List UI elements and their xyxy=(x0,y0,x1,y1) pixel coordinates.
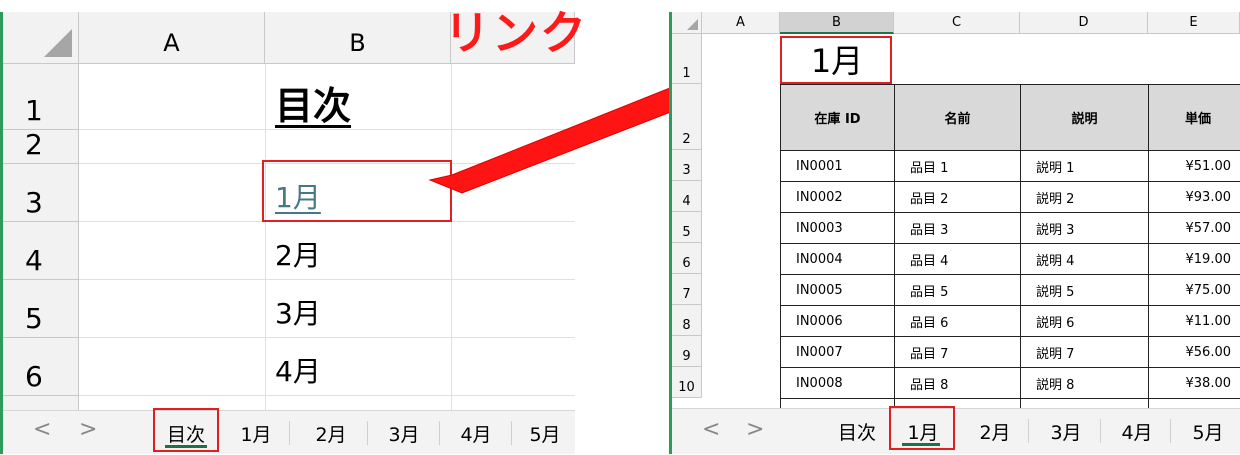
row-header-9[interactable]: 9 xyxy=(672,336,702,367)
row-header-5[interactable]: 5 xyxy=(672,212,702,243)
title-highlight-box xyxy=(780,36,892,84)
table-cell[interactable]: 説明 1 xyxy=(1020,150,1149,182)
sheet-tab-mar[interactable]: 3月 xyxy=(1034,409,1098,453)
table-cell[interactable]: 説明 4 xyxy=(1020,243,1149,275)
table-cell[interactable]: ¥57.00 xyxy=(1148,212,1240,244)
table-cell[interactable]: 品目 2 xyxy=(894,181,1021,213)
row-header-6[interactable]: 6 xyxy=(672,243,702,274)
column-header-d[interactable]: D xyxy=(1020,12,1148,34)
row-header-8[interactable]: 8 xyxy=(672,305,702,336)
table-cell[interactable]: 品目 8 xyxy=(894,367,1021,399)
tab-separator xyxy=(1100,419,1101,443)
sheet-tab-bar: < > 目次 1月 2月 3月 4月 5月 xyxy=(672,408,1240,454)
table-header-description[interactable]: 説明 xyxy=(1020,84,1149,151)
row-header-2[interactable]: 2 xyxy=(672,84,702,150)
row-header-3[interactable]: 3 xyxy=(672,150,702,181)
row-header-1[interactable]: 1 xyxy=(672,34,702,84)
table-cell[interactable]: IN0007 xyxy=(780,336,895,368)
table-cell[interactable]: IN0008 xyxy=(780,367,895,399)
table-cell[interactable]: IN0004 xyxy=(780,243,895,275)
active-tab-highlight-box xyxy=(889,406,955,450)
column-header-c[interactable]: C xyxy=(894,12,1020,34)
table-header-unit-price[interactable]: 単価 xyxy=(1148,84,1240,151)
table-cell[interactable]: 説明 2 xyxy=(1020,181,1149,213)
table-cell[interactable]: 説明 8 xyxy=(1020,367,1149,399)
column-header-a[interactable]: A xyxy=(702,12,780,34)
column-header-e[interactable]: E xyxy=(1148,12,1240,34)
table-cell[interactable]: ¥11.00 xyxy=(1148,305,1240,337)
tab-separator xyxy=(1170,419,1171,443)
table-cell[interactable]: 説明 3 xyxy=(1020,212,1149,244)
table-cell[interactable]: ¥93.00 xyxy=(1148,181,1240,213)
table-cell[interactable]: IN0005 xyxy=(780,274,895,306)
table-cell[interactable]: ¥75.00 xyxy=(1148,274,1240,306)
table-cell[interactable]: 品目 4 xyxy=(894,243,1021,275)
table-header-name[interactable]: 名前 xyxy=(894,84,1021,151)
tab-separator xyxy=(1028,419,1029,443)
table-cell[interactable]: 説明 5 xyxy=(1020,274,1149,306)
table-cell[interactable]: 品目 1 xyxy=(894,150,1021,182)
january-sheet-view: A B C D E 1 2 3 4 5 6 7 8 9 10 1月 在庫 ID … xyxy=(669,12,1240,454)
select-all-corner[interactable] xyxy=(672,12,702,34)
table-cell[interactable]: IN0002 xyxy=(780,181,895,213)
sheet-tab-may[interactable]: 5月 xyxy=(1176,409,1240,453)
table-cell[interactable]: IN0006 xyxy=(780,305,895,337)
row-header-7[interactable]: 7 xyxy=(672,274,702,305)
prev-sheet-icon[interactable]: < xyxy=(702,417,720,442)
table-header-id[interactable]: 在庫 ID xyxy=(780,84,895,151)
column-header-b[interactable]: B xyxy=(780,12,894,34)
row-header-4[interactable]: 4 xyxy=(672,181,702,212)
table-cell[interactable]: 品目 6 xyxy=(894,305,1021,337)
sheet-tab-toc[interactable]: 目次 xyxy=(822,409,892,453)
table-cell[interactable]: 品目 7 xyxy=(894,336,1021,368)
sheet-tab-apr[interactable]: 4月 xyxy=(1106,409,1168,453)
table-cell[interactable]: 説明 6 xyxy=(1020,305,1149,337)
table-cell[interactable]: 品目 5 xyxy=(894,274,1021,306)
table-cell[interactable]: 品目 3 xyxy=(894,212,1021,244)
row-header-10[interactable]: 10 xyxy=(672,367,702,398)
table-cell[interactable]: IN0001 xyxy=(780,150,895,182)
table-cell[interactable]: 説明 7 xyxy=(1020,336,1149,368)
sheet-tab-feb[interactable]: 2月 xyxy=(964,409,1026,453)
table-cell[interactable]: ¥38.00 xyxy=(1148,367,1240,399)
table-cell[interactable]: ¥51.00 xyxy=(1148,150,1240,182)
table-cell[interactable]: IN0003 xyxy=(780,212,895,244)
select-all-triangle-icon xyxy=(687,19,698,30)
table-cell[interactable]: ¥19.00 xyxy=(1148,243,1240,275)
table-cell[interactable]: ¥56.00 xyxy=(1148,336,1240,368)
next-sheet-icon[interactable]: > xyxy=(746,417,764,442)
